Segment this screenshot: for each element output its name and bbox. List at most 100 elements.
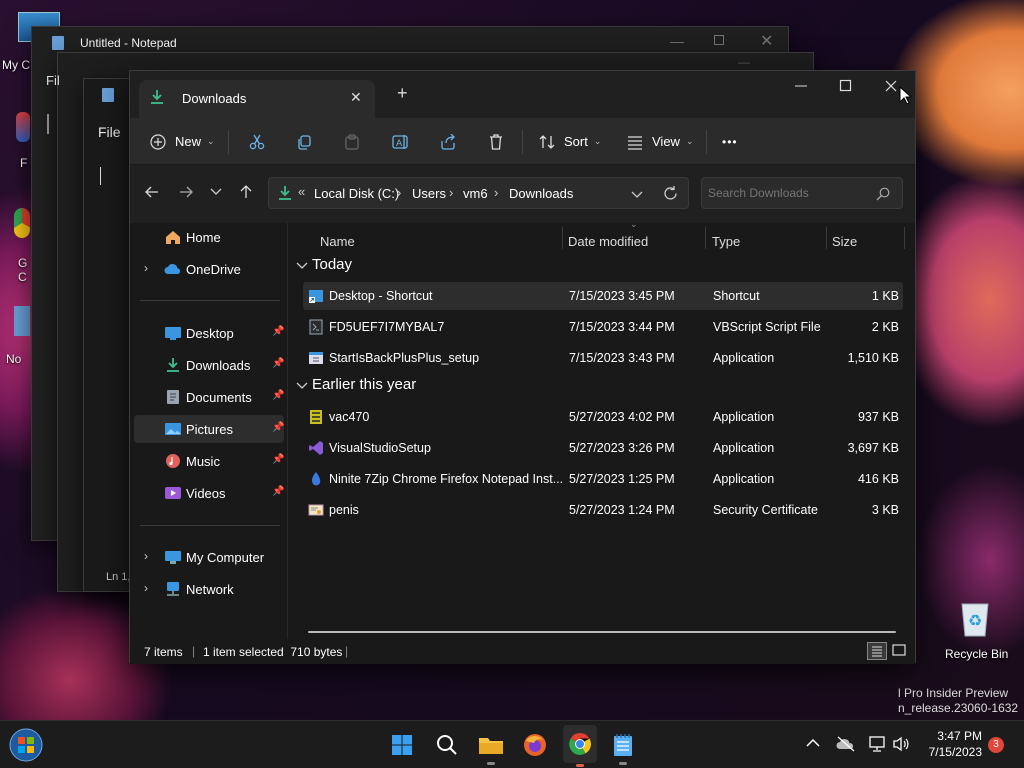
close-button[interactable]: [884, 79, 898, 93]
column-header-name[interactable]: Name: [320, 223, 560, 259]
horizontal-scrollbar[interactable]: [308, 631, 896, 633]
file-row[interactable]: vac470 5/27/2023 4:02 PM Application 937 KB: [303, 403, 903, 431]
start-button[interactable]: [8, 727, 44, 763]
sort-button[interactable]: Sort ⌄: [539, 118, 601, 165]
desktop-icon-recycle-bin[interactable]: ♻ Recycle Bin: [942, 596, 1010, 662]
column-header-date[interactable]: Date modified: [568, 223, 698, 259]
taskbar-file-explorer[interactable]: [475, 729, 507, 765]
column-divider[interactable]: [826, 227, 827, 249]
delete-button[interactable]: [488, 118, 504, 165]
column-divider[interactable]: [705, 227, 706, 249]
breadcrumb-local-disk[interactable]: Local Disk (C:): [314, 186, 399, 201]
collapse-chevron-icon[interactable]: [296, 259, 308, 271]
nav-item-music[interactable]: Music 📌: [134, 447, 284, 475]
pin-icon[interactable]: 📌: [272, 454, 284, 465]
search-input[interactable]: [708, 182, 868, 204]
pin-icon[interactable]: 📌: [272, 358, 284, 369]
view-button[interactable]: View ⌄: [627, 118, 694, 165]
file-row[interactable]: Ninite 7Zip Chrome Firefox Notepad Inst.…: [303, 465, 903, 493]
paste-button[interactable]: [344, 118, 360, 165]
nav-item-pictures[interactable]: Pictures 📌: [134, 415, 284, 443]
volume-icon[interactable]: [892, 736, 910, 752]
clock[interactable]: 3:47 PM 7/15/2023: [918, 728, 982, 760]
breadcrumb-vm6[interactable]: vm6: [463, 186, 488, 201]
minimize-button[interactable]: [794, 79, 808, 93]
column-divider[interactable]: [562, 227, 563, 249]
collapse-chevron-icon[interactable]: [296, 379, 308, 391]
up-arrow-icon[interactable]: [238, 184, 254, 200]
desktop-icon-app[interactable]: [16, 112, 30, 152]
address-dropdown-icon[interactable]: [631, 188, 643, 200]
address-bar[interactable]: « Local Disk (C:) › Users › vm6 › Downlo…: [268, 177, 689, 209]
new-button[interactable]: New ⌄: [150, 118, 215, 165]
column-header-size[interactable]: Size: [832, 223, 902, 259]
back-arrow-icon[interactable]: [144, 184, 160, 200]
file-date: 5/27/2023 3:26 PM: [569, 441, 675, 455]
pin-icon[interactable]: 📌: [272, 326, 284, 337]
pin-icon[interactable]: 📌: [272, 486, 284, 497]
file-row[interactable]: Desktop - Shortcut 7/15/2023 3:45 PM Short…: [303, 282, 903, 310]
taskbar-firefox[interactable]: [519, 729, 551, 761]
maximize-button[interactable]: [714, 35, 724, 45]
notification-badge[interactable]: 3: [988, 737, 1004, 753]
group-header-earlier-this-year[interactable]: Earlier this year: [296, 376, 416, 393]
nav-item-downloads[interactable]: Downloads 📌: [134, 351, 284, 379]
file-explorer-window[interactable]: Downloads ✕ + New ⌄ A Sort ⌄ View ⌄ ••• …: [129, 70, 916, 664]
breadcrumb-downloads[interactable]: Downloads: [509, 186, 573, 201]
new-tab-button[interactable]: +: [397, 83, 408, 104]
expand-chevron-icon[interactable]: ›: [144, 581, 148, 595]
nav-item-home[interactable]: Home: [134, 223, 284, 251]
pin-icon[interactable]: 📌: [272, 422, 284, 433]
menu-file[interactable]: Fil: [46, 73, 60, 88]
search-box[interactable]: [701, 177, 903, 209]
share-button[interactable]: [440, 118, 456, 165]
copy-button[interactable]: [296, 118, 312, 165]
desktop-label: C: [18, 270, 27, 284]
nav-item-videos[interactable]: Videos 📌: [134, 479, 284, 507]
minimize-button[interactable]: —: [738, 55, 750, 69]
tab-downloads[interactable]: Downloads ✕: [139, 80, 375, 118]
taskbar-chrome[interactable]: [563, 725, 597, 767]
column-divider[interactable]: [904, 227, 905, 249]
group-header-today[interactable]: Today: [296, 256, 352, 273]
show-hidden-icons-button[interactable]: [806, 738, 820, 748]
taskbar-windows-button[interactable]: [386, 729, 418, 761]
column-header-type[interactable]: Type: [712, 223, 822, 259]
cut-button[interactable]: [249, 118, 265, 165]
nav-item-desktop[interactable]: Desktop 📌: [134, 319, 284, 347]
pin-icon[interactable]: 📌: [272, 390, 284, 401]
taskbar-notepad[interactable]: [607, 729, 639, 765]
file-row[interactable]: StartIsBackPlusPlus_setup 7/15/2023 3:43 …: [303, 344, 903, 372]
tiles-view-button[interactable]: [890, 642, 908, 660]
nav-item-my-computer[interactable]: › My Computer: [134, 543, 284, 571]
details-view-button[interactable]: [867, 642, 887, 660]
maximize-button[interactable]: [839, 79, 853, 93]
close-button[interactable]: ✕: [760, 31, 773, 51]
desktop-icon-notepad[interactable]: [14, 306, 30, 342]
taskbar-search-button[interactable]: [431, 729, 463, 761]
close-tab-icon[interactable]: ✕: [350, 89, 362, 106]
menu-file[interactable]: File: [98, 124, 121, 140]
nav-item-onedrive[interactable]: › OneDrive: [134, 255, 284, 283]
svg-text:A: A: [396, 139, 403, 149]
rename-button[interactable]: A: [392, 118, 410, 165]
expand-chevron-icon[interactable]: ›: [144, 261, 148, 275]
file-size: 3,697 KB: [847, 441, 899, 455]
minimize-button[interactable]: —: [670, 33, 684, 49]
videos-icon: [164, 485, 182, 501]
file-row[interactable]: FD5UEF7I7MYBAL7 7/15/2023 3:44 PM VBScript…: [303, 313, 903, 341]
file-row[interactable]: VisualStudioSetup 5/27/2023 3:26 PM Applic…: [303, 434, 903, 462]
more-options-button[interactable]: •••: [722, 118, 738, 165]
overflow-chevron[interactable]: «: [298, 184, 305, 199]
forward-arrow-icon[interactable]: [178, 184, 194, 200]
breadcrumb-users[interactable]: Users: [412, 186, 446, 201]
recent-chevron-icon[interactable]: [210, 185, 222, 197]
onedrive-tray-icon[interactable]: [836, 735, 856, 753]
network-tray-icon[interactable]: [868, 736, 886, 752]
nav-item-documents[interactable]: Documents 📌: [134, 383, 284, 411]
desktop-icon-chrome[interactable]: [14, 208, 30, 248]
expand-chevron-icon[interactable]: ›: [144, 549, 148, 563]
refresh-icon[interactable]: [663, 186, 678, 201]
file-row[interactable]: penis 5/27/2023 1:24 PM Security Certifica…: [303, 496, 903, 524]
nav-item-network[interactable]: › Network: [134, 575, 284, 603]
